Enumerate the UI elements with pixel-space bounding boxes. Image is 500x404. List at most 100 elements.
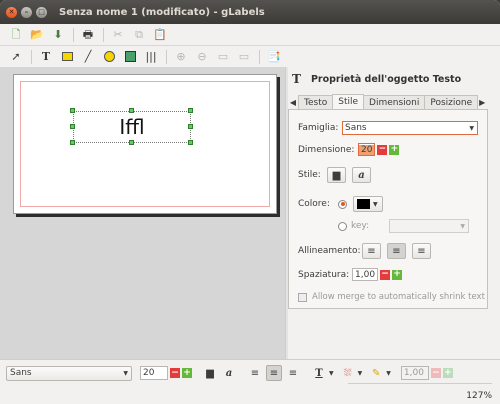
famiglia-row: Famiglia: Sans ▼: [298, 121, 478, 135]
tab-dimensioni[interactable]: Dimensioni: [363, 95, 426, 109]
merge-shrink-checkbox[interactable]: [298, 292, 307, 302]
spaziatura-row: Spaziatura: 1,00 − +: [298, 268, 402, 281]
font-family-value: Sans: [345, 123, 367, 133]
zoom-reset-icon[interactable]: ▭: [236, 49, 252, 65]
bold-button[interactable]: ▆: [202, 365, 218, 381]
panel-title-text: Proprietà dell'oggetto Testo: [310, 73, 462, 85]
fill-color-icon[interactable]: ⛆: [340, 365, 356, 381]
resize-handle[interactable]: [188, 108, 193, 113]
resize-handle[interactable]: [129, 108, 134, 113]
allineamento-label: Allineamento:: [298, 246, 361, 256]
spaziatura-label: Spaziatura:: [298, 269, 350, 280]
align-center-icon[interactable]: ≡: [266, 365, 282, 381]
save-icon[interactable]: ⬇: [50, 27, 66, 43]
chevron-down-icon[interactable]: ▼: [358, 370, 363, 377]
resize-handle[interactable]: [129, 140, 134, 145]
bottom-bar: Sans ▼ 20 − + ▆ a ≡ ≡ ≡ T ▼ ⛆ ▼ ✎ ▼ 1,00…: [0, 359, 500, 404]
color-picker-button[interactable]: ▼: [353, 196, 383, 212]
panel-title: T Proprietà dell'oggetto Testo: [292, 72, 461, 86]
decrease-spacing-button[interactable]: −: [380, 269, 390, 280]
ellipse-tool-icon[interactable]: [101, 49, 117, 65]
title-bar: ✕ – □ Senza nome 1 (modificato) - gLabel…: [0, 0, 500, 24]
decrease-font-size-button[interactable]: −: [170, 368, 180, 378]
tab-bar: ◀ Testo Stile Dimensioni Posizione ▶: [288, 94, 500, 109]
font-size-spinner[interactable]: 20: [358, 143, 376, 156]
tab-posizione[interactable]: Posizione: [424, 95, 479, 109]
font-size-value[interactable]: 20: [359, 144, 375, 155]
dimensione-row: Dimensione: 20 − +: [298, 143, 400, 156]
font-family-combo[interactable]: Sans ▼: [342, 121, 478, 135]
key-radio[interactable]: [338, 221, 347, 231]
italic-toggle-button[interactable]: a: [352, 167, 371, 183]
increase-font-size-button[interactable]: +: [182, 368, 192, 378]
increase-spacing-button[interactable]: +: [392, 269, 402, 280]
app-window: ✕ – □ Senza nome 1 (modificato) - gLabel…: [0, 0, 500, 404]
key-row: key: ▼: [338, 219, 469, 233]
decrease-size-button[interactable]: −: [377, 144, 388, 155]
barcode-tool-icon[interactable]: |||: [143, 49, 159, 65]
tab-stile[interactable]: Stile: [332, 94, 365, 109]
resize-handle[interactable]: [188, 124, 193, 129]
zoom-in-icon[interactable]: ⊕: [173, 49, 189, 65]
line-spacing-spinner[interactable]: 1,00: [352, 268, 378, 281]
increase-line-width-button[interactable]: +: [442, 368, 453, 378]
maximize-window-icon[interactable]: □: [36, 6, 47, 18]
align-right-icon[interactable]: ≡: [285, 365, 301, 381]
properties-panel: T Proprietà dell'oggetto Testo ◀ Testo S…: [288, 67, 500, 359]
cut-icon[interactable]: ✂: [110, 27, 126, 43]
line-spacing-value[interactable]: 1,00: [353, 270, 377, 280]
line-color-icon[interactable]: ✎: [368, 365, 384, 381]
allineamento-row: Allineamento: ≡ ≡ ≡: [298, 243, 431, 259]
italic-button[interactable]: a: [221, 365, 237, 381]
zoom-fit-icon[interactable]: ▭: [215, 49, 231, 65]
toolbar-separator: [73, 27, 74, 42]
label-margin: [20, 81, 270, 207]
align-right-button[interactable]: ≡: [412, 243, 431, 259]
resize-handle[interactable]: [70, 108, 75, 113]
resize-handle[interactable]: [70, 140, 75, 145]
paste-icon[interactable]: 📋: [152, 27, 168, 43]
font-size-selector[interactable]: 20: [140, 366, 168, 380]
minimize-window-icon[interactable]: –: [21, 6, 32, 18]
align-left-icon[interactable]: ≡: [247, 365, 263, 381]
tab-scroll-right-icon[interactable]: ▶: [477, 95, 487, 109]
chevron-down-icon: ▼: [123, 369, 128, 377]
line-width-value[interactable]: 1,00: [402, 368, 424, 378]
text-color-icon[interactable]: T: [311, 365, 327, 381]
close-window-icon[interactable]: ✕: [6, 6, 17, 18]
resize-handle[interactable]: [188, 140, 193, 145]
font-family-selector[interactable]: Sans ▼: [6, 365, 132, 381]
rect-tool-icon[interactable]: [59, 49, 75, 65]
key-combo[interactable]: ▼: [389, 219, 469, 233]
print-icon[interactable]: 🖶: [80, 27, 96, 43]
label-card[interactable]: Iffl: [13, 74, 277, 214]
line-width-selector[interactable]: 1,00: [400, 366, 429, 380]
merge-properties-icon[interactable]: 📑: [266, 49, 282, 65]
new-doc-icon[interactable]: 🗋: [8, 27, 24, 43]
copy-icon[interactable]: ⧉: [131, 27, 147, 43]
key-label: key:: [351, 221, 370, 231]
resize-handle[interactable]: [70, 124, 75, 129]
line-tool-icon[interactable]: ╱: [80, 49, 96, 65]
toolbar-separator: [103, 27, 104, 42]
decrease-line-width-button[interactable]: −: [430, 368, 441, 378]
text-object[interactable]: Iffl: [73, 111, 191, 143]
align-center-button[interactable]: ≡: [387, 243, 406, 259]
increase-size-button[interactable]: +: [389, 144, 400, 155]
color-radio-selected[interactable]: [338, 199, 347, 209]
text-tool-icon[interactable]: T: [38, 49, 54, 65]
open-folder-icon[interactable]: 📂: [29, 27, 45, 43]
tab-scroll-left-icon[interactable]: ◀: [288, 95, 298, 109]
font-size-selector-value[interactable]: 20: [141, 368, 154, 378]
color-swatch: [357, 199, 370, 209]
bold-toggle-button[interactable]: ▆: [327, 167, 346, 183]
image-tool-icon[interactable]: [122, 49, 138, 65]
align-left-button[interactable]: ≡: [362, 243, 381, 259]
tab-testo[interactable]: Testo: [298, 95, 334, 109]
chevron-down-icon[interactable]: ▼: [329, 370, 334, 377]
format-toolbar: Sans ▼ 20 − + ▆ a ≡ ≡ ≡ T ▼ ⛆ ▼ ✎ ▼ 1,00…: [6, 365, 453, 381]
arrow-pointer-icon[interactable]: ➚: [8, 49, 24, 65]
chevron-down-icon[interactable]: ▼: [386, 370, 391, 377]
colore-row: Colore: ▼: [298, 196, 383, 212]
zoom-out-icon[interactable]: ⊖: [194, 49, 210, 65]
